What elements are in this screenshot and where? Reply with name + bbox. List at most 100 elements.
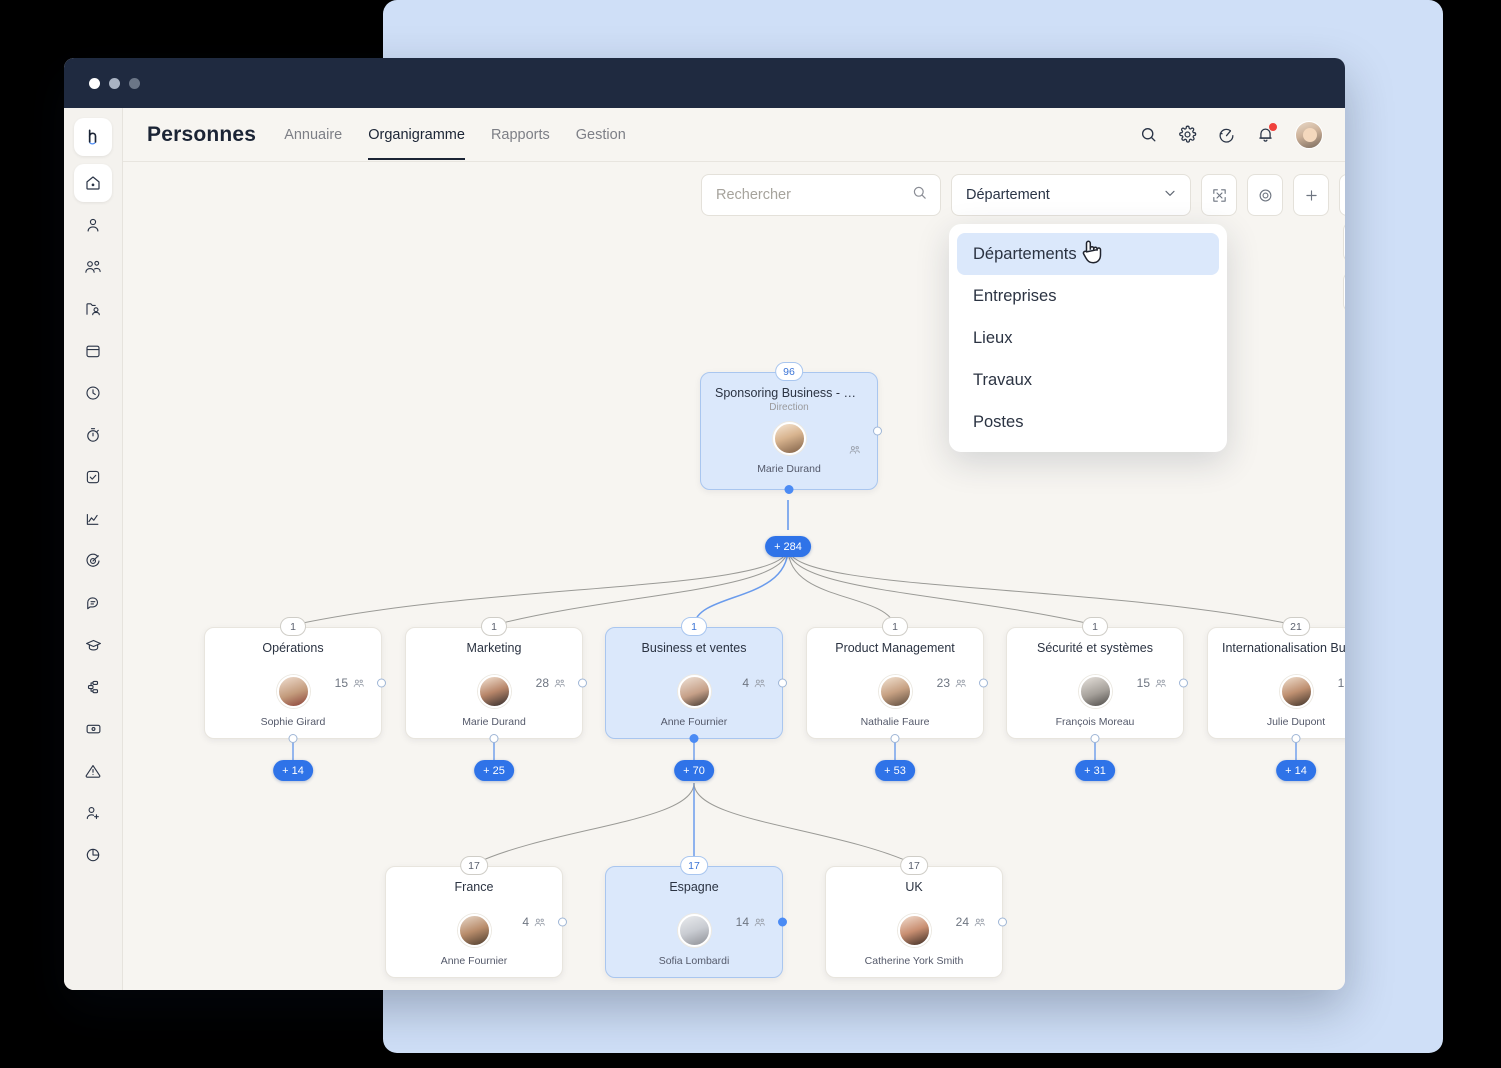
node-right-port[interactable] <box>998 917 1007 927</box>
org-node-espagne[interactable]: 17 Espagne Sofia Lombardi 14 <box>605 856 787 978</box>
tab-gestion[interactable]: Gestion <box>576 110 626 159</box>
node-manager-name: Marie Durand <box>462 716 526 728</box>
zoom-out-button[interactable] <box>1339 174 1345 216</box>
node-title: Sponsoring Business - Operati... <box>715 386 877 400</box>
gear-icon[interactable] <box>1178 125 1197 144</box>
window-close-dot[interactable] <box>89 77 100 89</box>
fullscreen-button[interactable] <box>1201 174 1237 216</box>
dropdown-option-entreprises[interactable]: Entreprises <box>957 275 1219 317</box>
center-button[interactable] <box>1247 174 1283 216</box>
node-report-count: 15 <box>1136 676 1150 690</box>
node-avatar <box>477 675 511 708</box>
expand-badge-internationalisation[interactable]: + 14 <box>1276 760 1316 781</box>
org-node-business-et-ventes[interactable]: 1 Business et ventes Anne Fournier 4 <box>605 617 787 743</box>
expand-badge-marketing[interactable]: + 25 <box>474 760 514 781</box>
search-field[interactable] <box>701 174 941 216</box>
sidebar-item-goals[interactable] <box>74 542 112 580</box>
chart-toolbar: Département <box>701 174 1345 216</box>
node-avatar <box>772 422 806 455</box>
node-manager-name: Catherine York Smith <box>864 955 964 967</box>
node-avatar <box>878 675 912 708</box>
node-right-port[interactable] <box>558 917 567 927</box>
window-minimize-dot[interactable] <box>109 77 120 89</box>
sidebar-logo[interactable] <box>74 118 112 156</box>
node-right-port[interactable] <box>778 678 787 688</box>
node-manager-name: Anne Fournier <box>440 955 508 967</box>
search-icon[interactable] <box>1139 125 1158 144</box>
bell-icon[interactable] <box>1256 123 1277 144</box>
sidebar-item-folder-user[interactable] <box>74 290 112 328</box>
node-right-port[interactable] <box>873 426 882 436</box>
org-node-internationalisation[interactable]: 21 Internationalisation Business St... J… <box>1207 617 1345 743</box>
node-count-badge: 1 <box>882 617 908 636</box>
search-input[interactable] <box>716 187 911 203</box>
expand-badge-root[interactable]: + 284 <box>765 536 811 557</box>
org-node-product-management[interactable]: 1 Product Management Nathalie Faure 23 <box>806 617 988 743</box>
node-report-count: 4 <box>742 676 749 690</box>
speedometer-icon[interactable] <box>1217 125 1236 144</box>
zoom-in-button[interactable] <box>1293 174 1329 216</box>
sidebar-item-feedback[interactable] <box>74 584 112 622</box>
orgchart-canvas[interactable]: Département <box>123 162 1345 990</box>
org-node-securite-et-systemes[interactable]: 1 Sécurité et systèmes François Moreau 1… <box>1006 617 1188 743</box>
sidebar-item-stopwatch[interactable] <box>74 416 112 454</box>
org-node-uk[interactable]: 17 UK Catherine York Smith 24 <box>825 856 1007 978</box>
node-bottom-port[interactable] <box>1291 734 1301 743</box>
node-manager-name: Anne Fournier <box>660 716 728 728</box>
sidebar-item-tasks[interactable] <box>74 458 112 496</box>
sidebar-item-people[interactable] <box>74 248 112 286</box>
org-node-marketing[interactable]: 1 Marketing Marie Durand 28 <box>405 617 587 743</box>
node-bottom-port[interactable] <box>784 485 794 494</box>
dropdown-option-postes[interactable]: Postes <box>957 401 1219 443</box>
node-title: Marketing <box>466 641 522 655</box>
avatar[interactable] <box>1295 120 1323 149</box>
sidebar-item-analytics[interactable] <box>74 500 112 538</box>
node-bottom-port[interactable] <box>288 734 298 743</box>
node-right-port[interactable] <box>1179 678 1188 688</box>
node-bottom-port[interactable] <box>1090 734 1100 743</box>
sidebar-item-calendar[interactable] <box>74 332 112 370</box>
dropdown-option-travaux[interactable]: Travaux <box>957 359 1219 401</box>
expand-badge-securite-et-systemes[interactable]: + 31 <box>1075 760 1115 781</box>
sidebar-item-person[interactable] <box>74 206 112 244</box>
app-window: Personnes Annuaire Organigramme Rapports… <box>64 58 1345 990</box>
chevron-down-icon[interactable] <box>1162 185 1178 205</box>
node-bottom-port[interactable] <box>890 734 900 743</box>
tab-annuaire[interactable]: Annuaire <box>284 110 342 159</box>
org-node-root[interactable]: 96 Sponsoring Business - Operati... Dire… <box>700 362 882 494</box>
download-button[interactable] <box>1343 272 1345 312</box>
org-node-operations[interactable]: 1 Opérations Sophie Girard 15 <box>204 617 386 743</box>
tab-organigramme[interactable]: Organigramme <box>368 110 465 160</box>
sidebar-item-alerts[interactable] <box>74 752 112 790</box>
sidebar-item-home[interactable] <box>74 164 112 202</box>
node-count-badge: 1 <box>1082 617 1108 636</box>
node-bottom-port[interactable] <box>689 734 699 743</box>
window-maximize-dot[interactable] <box>129 77 140 89</box>
print-button[interactable] <box>1343 222 1345 262</box>
node-right-port[interactable] <box>979 678 988 688</box>
sidebar-item-payroll[interactable] <box>74 710 112 748</box>
sidebar-item-recruiting[interactable] <box>74 794 112 832</box>
grouping-select[interactable]: Département <box>951 174 1191 216</box>
node-right-port[interactable] <box>578 678 587 688</box>
node-right-port[interactable] <box>377 678 386 688</box>
search-icon[interactable] <box>911 184 928 206</box>
sidebar-item-learning[interactable] <box>74 626 112 664</box>
org-node-france[interactable]: 17 France Anne Fournier 4 <box>385 856 567 978</box>
tab-rapports[interactable]: Rapports <box>491 110 550 159</box>
node-bottom-port[interactable] <box>489 734 499 743</box>
expand-badge-business-et-ventes[interactable]: + 70 <box>674 760 714 781</box>
sidebar-item-workflow[interactable] <box>74 668 112 706</box>
expand-badge-product-management[interactable]: + 53 <box>875 760 915 781</box>
node-avatar <box>677 675 711 708</box>
sidebar-item-clock[interactable] <box>74 374 112 412</box>
node-direct-reports: 4 <box>742 676 766 690</box>
node-right-port[interactable] <box>778 917 787 927</box>
node-manager-name: Sophie Girard <box>260 716 326 728</box>
node-direct-reports: 15 <box>335 676 365 690</box>
dropdown-option-lieux[interactable]: Lieux <box>957 317 1219 359</box>
node-title: Opérations <box>262 641 324 655</box>
sidebar-item-reports[interactable] <box>74 836 112 874</box>
expand-badge-operations[interactable]: + 14 <box>273 760 313 781</box>
node-manager-name: Marie Durand <box>757 463 821 475</box>
